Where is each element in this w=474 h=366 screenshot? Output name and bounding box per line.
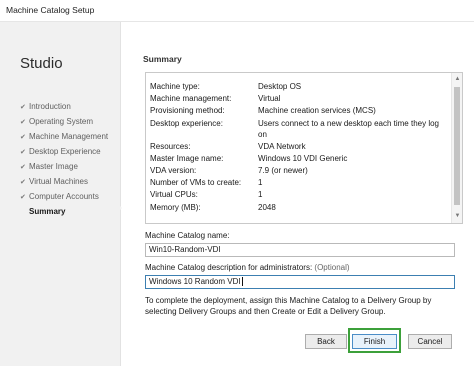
- scroll-down-arrow-icon[interactable]: ▼: [453, 212, 462, 221]
- catalog-name-label: Machine Catalog name:: [145, 231, 230, 240]
- summary-row: Machine management: Virtual: [150, 93, 443, 105]
- description-input-value: Windows 10 Random VDI: [149, 277, 241, 286]
- summary-value: Users connect to a new desktop each time…: [258, 118, 439, 139]
- scroll-up-arrow-icon[interactable]: ▲: [453, 75, 462, 84]
- description-input[interactable]: Windows 10 Random VDI: [145, 275, 455, 289]
- summary-row: Number of VMs to create: 1: [150, 177, 443, 189]
- step-virtual-machines: ✔ Virtual Machines: [20, 175, 108, 190]
- scrollbar-thumb[interactable]: [454, 87, 460, 205]
- summary-key: Master Image name:: [150, 153, 224, 163]
- summary-row: Master Image name: Windows 10 VDI Generic: [150, 153, 443, 165]
- summary-list: Machine type: Desktop OS Machine manageme…: [150, 81, 443, 214]
- step-computer-accounts: ✔ Computer Accounts: [20, 190, 108, 205]
- summary-row: VDA version: 7.9 (or newer): [150, 165, 443, 177]
- catalog-name-input[interactable]: Win10-Random-VDI: [145, 243, 455, 257]
- summary-value: Virtual: [258, 94, 281, 104]
- step-operating-system: ✔ Operating System: [20, 115, 108, 130]
- step-label: Introduction: [29, 102, 71, 111]
- summary-key: Memory (MB):: [150, 202, 201, 212]
- back-button[interactable]: Back: [305, 334, 347, 349]
- check-icon: ✔: [20, 164, 26, 171]
- summary-key: Machine type:: [150, 82, 200, 91]
- title-bar: Machine Catalog Setup: [0, 0, 474, 22]
- summary-value: VDA Network: [258, 141, 306, 151]
- summary-key: Number of VMs to create:: [150, 178, 242, 188]
- summary-key: Machine management:: [150, 94, 232, 104]
- summary-row: Machine type: Desktop OS: [150, 81, 443, 93]
- summary-value: Windows 10 VDI Generic: [258, 153, 348, 163]
- step-summary: Summary: [20, 205, 108, 220]
- window-title: Machine Catalog Setup: [6, 5, 95, 15]
- step-desktop-experience: ✔ Desktop Experience: [20, 145, 108, 160]
- summary-value: Machine creation services (MCS): [258, 106, 376, 116]
- wizard-steps: ✔ Introduction ✔ Operating System ✔ Machine…: [20, 100, 108, 220]
- step-label: Virtual Machines: [29, 177, 88, 186]
- summary-key: Virtual CPUs:: [150, 190, 198, 200]
- app-name: Studio: [20, 55, 63, 72]
- cancel-button[interactable]: Cancel: [408, 334, 452, 349]
- page-title: Summary: [143, 54, 182, 64]
- step-machine-management: ✔ Machine Management: [20, 130, 108, 145]
- summary-row: Desktop experience: Users connect to a ne…: [150, 118, 443, 141]
- check-icon: ✔: [20, 194, 26, 201]
- check-icon: ✔: [20, 149, 26, 156]
- summary-row: Memory (MB): 2048: [150, 202, 443, 214]
- summary-key: VDA version:: [150, 165, 197, 175]
- summary-value: 2048: [258, 202, 276, 212]
- summary-key: Resources:: [150, 141, 191, 151]
- check-icon: ✔: [20, 134, 26, 141]
- check-icon: ✔: [20, 104, 26, 111]
- optional-hint: (Optional): [314, 263, 350, 272]
- finish-button[interactable]: Finish: [352, 334, 397, 349]
- step-label: Summary: [29, 207, 66, 216]
- summary-key: Desktop experience:: [150, 118, 223, 128]
- summary-key: Provisioning method:: [150, 106, 225, 116]
- summary-panel: Machine type: Desktop OS Machine manageme…: [145, 72, 463, 224]
- description-label: Machine Catalog description for administ…: [145, 263, 350, 272]
- step-label: Machine Management: [29, 132, 109, 141]
- step-master-image: ✔ Master Image: [20, 160, 108, 175]
- summary-scrollbar[interactable]: ▲ ▼: [451, 73, 462, 223]
- active-step-pointer: [117, 203, 122, 213]
- summary-value: 7.9 (or newer): [258, 165, 308, 175]
- description-label-text: Machine Catalog description for administ…: [145, 263, 313, 272]
- check-icon: ✔: [20, 179, 26, 186]
- summary-row: Provisioning method: Machine creation ser…: [150, 105, 443, 117]
- step-label: Desktop Experience: [29, 147, 101, 156]
- summary-row: Virtual CPUs: 1: [150, 189, 443, 201]
- step-label: Computer Accounts: [29, 192, 99, 201]
- step-label: Operating System: [29, 117, 94, 126]
- summary-value: Desktop OS: [258, 82, 302, 91]
- step-introduction: ✔ Introduction: [20, 100, 108, 115]
- step-label: Master Image: [29, 162, 78, 171]
- completion-info-text: To complete the deployment, assign this …: [145, 296, 432, 316]
- check-icon: ✔: [20, 119, 26, 126]
- summary-value: 1: [258, 178, 263, 188]
- summary-row: Resources: VDA Network: [150, 141, 443, 153]
- wizard-sidebar: Studio ✔ Introduction ✔ Operating System ✔…: [0, 22, 121, 366]
- summary-value: 1: [258, 190, 263, 200]
- text-caret: [241, 277, 243, 287]
